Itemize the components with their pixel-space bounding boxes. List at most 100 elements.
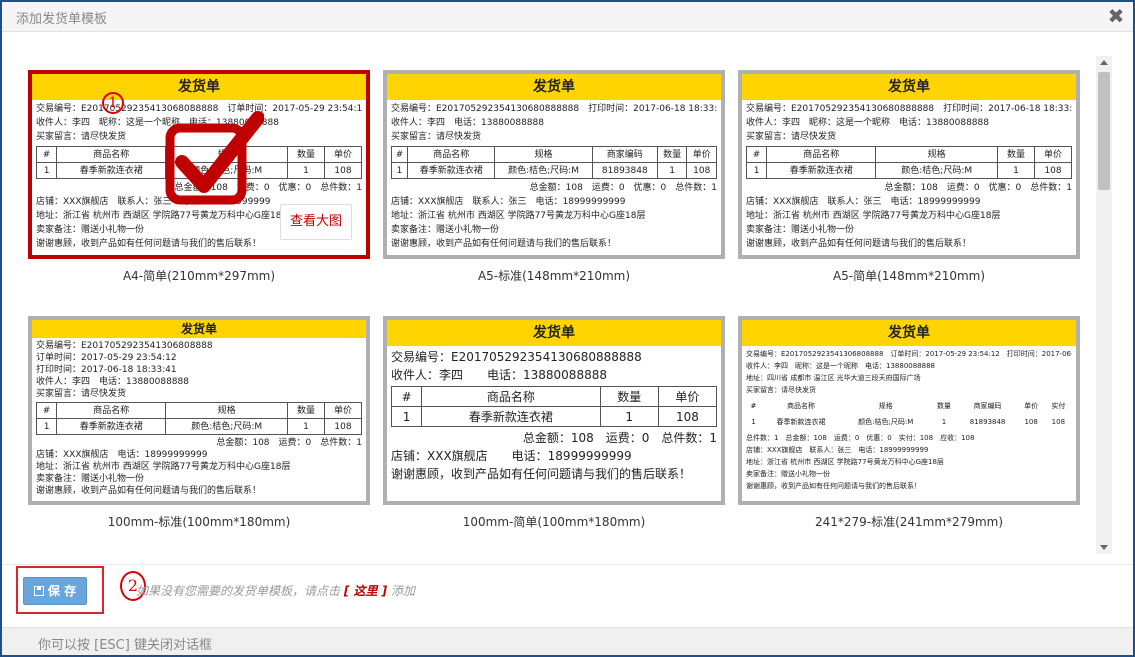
doc-line: 总件数：1 总金额：108 运费：0 优惠：0 实付：108 应收：108	[746, 434, 975, 442]
doc-cell: 春季新款连衣裙	[766, 162, 877, 179]
save-button[interactable]: 保 存	[23, 577, 87, 605]
doc-cell: 商品名称	[407, 146, 496, 163]
doc-line: 谢谢惠顾，收到产品如有任何问题请与我们的售后联系！	[746, 239, 972, 249]
template-name: A5-标准(148mm*210mm)	[477, 269, 631, 283]
doc-cell: 商品名称	[766, 146, 877, 163]
view-large-button[interactable]: 查看大图	[280, 204, 352, 240]
doc-cell: 春季新款连衣裙	[421, 406, 601, 427]
doc-title: 发货单	[742, 320, 1076, 346]
doc-cell: 单价	[657, 386, 718, 407]
template-card-100mm-simple[interactable]: 发货单 交易编号：E20170529235413068088​8888 收件人：…	[383, 316, 725, 530]
doc-line: 卖家备注：赠送小礼物一份	[746, 470, 830, 478]
template-thumbnail[interactable]: 发货单 交易编号：E20170529235413068088​8888 打印时间…	[738, 70, 1080, 259]
doc-cell: 1	[745, 162, 768, 179]
template-thumbnail[interactable]: 发货单 交易编号：E20170529235413068088​8888 收件人：…	[383, 316, 725, 505]
doc-line: 交易编号：E20170529235413068088​8888 打印时间：201…	[391, 104, 717, 114]
doc-line: 地址：浙江省 杭州市 西湖区 学院路77号黄龙万科中心G座18层	[746, 211, 1001, 221]
template-thumbnail[interactable]: 发货单 交易编号：E20170529235413068088​8888 打印时间…	[383, 70, 725, 259]
doc-table: # 商品名称 规格 数量 单价 1 春季新款连衣裙 颜色:桔色;尺码:M 1 1…	[35, 402, 362, 435]
doc-cell: 1	[390, 406, 423, 427]
doc-cell: 商家编码	[973, 402, 1002, 410]
doc-cell: #	[390, 386, 423, 407]
doc-cell: #	[35, 146, 58, 163]
doc-line: 地址：浙江省 杭州市 西湖区 学院路77号黄龙万科中心G座18层	[391, 211, 646, 221]
doc-body: 交易编号：E20170529235413068088​88 订单时间：2017-…	[32, 338, 366, 499]
doc-line: 店铺：XXX旗舰店 电话：18999999999	[36, 450, 208, 460]
doc-line: 订单时间：2017-05-29 23:54:12	[36, 353, 177, 363]
scrollbar-thumb[interactable]	[1098, 72, 1110, 190]
template-thumbnail[interactable]: 发货单 交易编号：E20170529235413068088​88 订单时间：2…	[28, 316, 370, 505]
template-name: 241*279-标准(241mm*279mm)	[814, 515, 1004, 529]
doc-line: 买家留言：请尽快发货	[746, 132, 837, 142]
doc-cell: 颜色:桔色;尺码:M	[165, 418, 289, 435]
doc-line: 总金额：108 运费：0 优惠：0 总件数：1	[884, 183, 1072, 193]
doc-cell: 规格	[165, 402, 289, 419]
doc-cell: 108	[686, 162, 717, 179]
template-card-241x279-standard[interactable]: 发货单 交易编号：E20170529235413068088​88 订单时间：2…	[738, 316, 1080, 530]
doc-cell: 实付	[1051, 402, 1066, 410]
doc-cell: 81893848	[591, 162, 658, 179]
doc-line: 店铺：XXX旗舰店 联系人：张三 电话：18999999999	[746, 446, 929, 454]
doc-cell: 单价	[1024, 402, 1039, 410]
doc-title: 发货单	[742, 74, 1076, 100]
doc-line: 卖家备注：赠送小礼物一份	[36, 474, 145, 484]
template-card-100mm-standard[interactable]: 发货单 交易编号：E20170529235413068088​88 订单时间：2…	[28, 316, 370, 530]
doc-line: 谢谢惠顾，收到产品如有任何问题请与我们的售后联系！	[746, 482, 921, 490]
template-thumbnail[interactable]: 发货单 交易编号：E201705292354130680888​88 订单时间：…	[28, 70, 370, 259]
add-template-link[interactable]: [ 这里 ]	[344, 584, 387, 598]
doc-cell: 单价	[324, 402, 362, 419]
scroll-down-icon[interactable]	[1100, 545, 1108, 550]
doc-line: 店铺：XXX旗舰店 联系人：张三 电话：18999999999	[391, 197, 626, 207]
doc-body: 交易编号：E20170529235413068088​8888 打印时间：201…	[742, 100, 1076, 253]
template-card-a5-simple[interactable]: 发货单 交易编号：E20170529235413068088​8888 打印时间…	[738, 70, 1080, 284]
selected-check-icon	[165, 111, 264, 205]
template-thumbnail[interactable]: 发货单 交易编号：E20170529235413068088​88 订单时间：2…	[738, 316, 1080, 505]
doc-cell: 108	[1034, 162, 1072, 179]
doc-cell: 1	[35, 162, 58, 179]
doc-cell: #	[390, 146, 409, 163]
doc-title: 发货单	[387, 74, 721, 100]
doc-table: # 商品名称 规格 数量 商家编码 单价 实付 1 春季新款连衣裙 颜色:桔色;…	[746, 398, 1072, 430]
doc-cell: 1	[599, 406, 659, 427]
doc-line: 买家留言：请尽快发货	[391, 132, 482, 142]
doc-line: 店铺：XXX旗舰店 联系人：张三 电话：18999999999	[746, 197, 981, 207]
gallery-scrollbar[interactable]	[1096, 56, 1112, 554]
doc-cell: #	[750, 402, 757, 410]
doc-title: 发货单	[387, 320, 721, 346]
doc-cell: 商家编码	[591, 146, 658, 163]
doc-cell: 数量	[937, 402, 951, 410]
doc-cell: 规格	[875, 146, 999, 163]
doc-cell: 1	[997, 162, 1036, 179]
dialog-bottombar: 你可以按 [ESC] 键关闭对话框	[2, 627, 1133, 655]
template-card-a5-standard[interactable]: 发货单 交易编号：E20170529235413068088​8888 打印时间…	[383, 70, 725, 284]
doc-line: 交易编号：E20170529235413068088​8888 打印时间：201…	[746, 104, 1072, 114]
doc-cell: 108	[657, 406, 718, 427]
doc-cell: 1	[390, 162, 409, 179]
doc-cell: 1	[656, 162, 688, 179]
esc-hint: 你可以按 [ESC] 键关闭对话框	[38, 638, 212, 653]
doc-cell: 颜色:桔色;尺码:M	[875, 162, 999, 179]
doc-cell: 108	[324, 418, 362, 435]
doc-cell: #	[35, 402, 58, 419]
doc-cell: 数量	[997, 146, 1036, 163]
doc-cell: 春季新款连衣裙	[407, 162, 496, 179]
doc-line: 卖家备注：赠送小礼物一份	[391, 225, 500, 235]
doc-line: 总金额：108 运费：0 总件数：1	[522, 431, 717, 445]
doc-line: 买家留言：请尽快发货	[36, 389, 127, 399]
doc-line: 谢谢惠顾，收到产品如有任何问题请与我们的售后联系！	[391, 467, 692, 481]
hint-text-before: 如果没有您需要的发货单模板，请点击	[136, 584, 341, 598]
doc-cell: 春季新款连衣裙	[56, 162, 167, 179]
doc-line: 交易编号：E20170529235413068088​8888	[391, 350, 642, 364]
template-card-a4-simple[interactable]: 发货单 交易编号：E201705292354130680888​88 订单时间：…	[28, 70, 370, 284]
doc-cell: 商品名称	[421, 386, 601, 407]
save-disk-icon	[33, 586, 44, 596]
doc-cell: 商品名称	[786, 402, 815, 410]
doc-cell: 1	[287, 418, 326, 435]
doc-cell: 108	[1024, 418, 1038, 426]
close-icon[interactable]: ✖	[1105, 4, 1127, 28]
doc-line: 买家留言：请尽快发货	[746, 386, 816, 394]
doc-cell: 颜色:桔色;尺码:M	[858, 418, 914, 426]
scroll-up-icon[interactable]	[1100, 60, 1108, 65]
doc-cell: 单价	[324, 146, 362, 163]
doc-line: 地址：四川省 成都市 温江区 光华大道三段天府国际广场	[746, 374, 921, 382]
